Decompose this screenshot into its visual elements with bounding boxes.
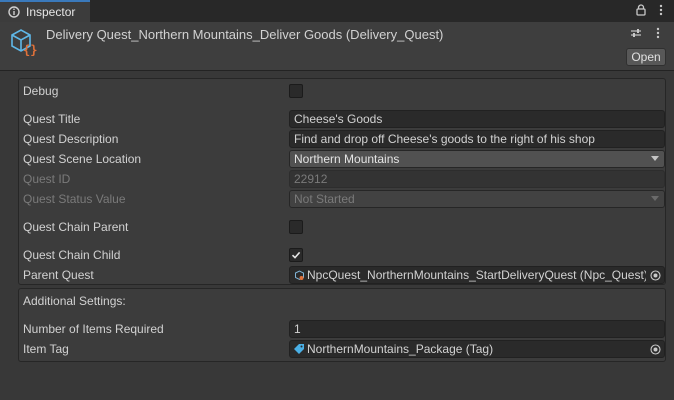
tab-inspector[interactable]: Inspector bbox=[0, 0, 90, 22]
quest-chain-child-row: Quest Chain Child bbox=[23, 246, 663, 264]
parent-quest-field[interactable]: NpcQuest_NorthernMountains_StartDelivery… bbox=[289, 266, 665, 284]
quest-description-field[interactable]: Find and drop off Cheese's goods to the … bbox=[289, 130, 665, 148]
quest-title-field[interactable]: Cheese's Goods bbox=[289, 110, 665, 128]
parent-quest-row: Parent Quest NpcQuest_NorthernMountains_… bbox=[23, 266, 665, 284]
quest-scene-location-label: Quest Scene Location bbox=[23, 152, 142, 166]
quest-title-label: Quest Title bbox=[23, 112, 81, 126]
items-required-label: Number of Items Required bbox=[23, 322, 164, 336]
scriptable-object-icon bbox=[293, 269, 305, 281]
quest-chain-parent-label: Quest Chain Parent bbox=[23, 220, 129, 234]
quest-status-label: Quest Status Value bbox=[23, 192, 126, 206]
quest-status-dropdown: Not Started bbox=[289, 190, 665, 208]
item-tag-value: NorthernMountains_Package (Tag) bbox=[307, 342, 494, 356]
asset-title: Delivery Quest_Northern Mountains_Delive… bbox=[46, 27, 444, 42]
quest-id-label: Quest ID bbox=[23, 172, 71, 186]
quest-chain-parent-row: Quest Chain Parent bbox=[23, 218, 663, 236]
quest-chain-parent-checkbox[interactable] bbox=[289, 220, 303, 234]
sliders-icon[interactable] bbox=[630, 26, 642, 40]
additional-settings-group: Additional Settings: Number of Items Req… bbox=[18, 288, 666, 362]
quest-status-row: Quest Status Value Not Started bbox=[23, 190, 665, 208]
object-picker-icon[interactable] bbox=[646, 341, 664, 357]
inspector-icon bbox=[6, 4, 22, 20]
items-required-field[interactable]: 1 bbox=[289, 320, 665, 338]
debug-row: Debug bbox=[23, 82, 663, 100]
kebab-menu-icon[interactable] bbox=[654, 3, 668, 17]
open-button[interactable]: Open bbox=[626, 48, 666, 66]
item-tag-field[interactable]: NorthernMountains_Package (Tag) bbox=[289, 340, 665, 358]
quest-title-row: Quest Title Cheese's Goods bbox=[23, 110, 665, 128]
quest-id-field: 22912 bbox=[289, 170, 665, 188]
item-tag-row: Item Tag NorthernMountains_Package (Tag) bbox=[23, 340, 665, 358]
svg-text:{}: {} bbox=[23, 43, 37, 57]
parent-quest-value: NpcQuest_NorthernMountains_StartDelivery… bbox=[307, 268, 646, 282]
additional-settings-title: Additional Settings: bbox=[23, 294, 126, 308]
tag-icon bbox=[293, 343, 305, 355]
object-picker-icon[interactable] bbox=[646, 267, 664, 283]
items-required-row: Number of Items Required 1 bbox=[23, 320, 665, 338]
tab-bar: Inspector bbox=[0, 0, 674, 23]
tab-label: Inspector bbox=[26, 5, 76, 19]
item-tag-label: Item Tag bbox=[23, 342, 69, 356]
quest-scene-location-dropdown[interactable]: Northern Mountains bbox=[289, 150, 665, 168]
vertical-dots-icon[interactable] bbox=[652, 26, 664, 40]
quest-status-value: Not Started bbox=[294, 192, 355, 206]
checkmark-icon bbox=[291, 251, 301, 259]
debug-label: Debug bbox=[23, 84, 59, 98]
scriptable-object-icon: {} bbox=[8, 27, 38, 57]
quest-description-label: Quest Description bbox=[23, 132, 119, 146]
properties-group: Debug Quest Title Cheese's Goods Quest D… bbox=[18, 78, 666, 285]
debug-checkbox[interactable] bbox=[289, 84, 303, 98]
inspector-header: {} Delivery Quest_Northern Mountains_Del… bbox=[0, 22, 674, 71]
quest-id-row: Quest ID 22912 bbox=[23, 170, 665, 188]
chevron-down-icon bbox=[651, 156, 659, 161]
parent-quest-label: Parent Quest bbox=[23, 268, 94, 282]
quest-scene-location-value: Northern Mountains bbox=[294, 152, 400, 166]
lock-icon[interactable] bbox=[634, 3, 648, 17]
chevron-down-icon bbox=[651, 196, 659, 201]
quest-scene-location-row: Quest Scene Location Northern Mountains bbox=[23, 150, 665, 168]
quest-chain-child-label: Quest Chain Child bbox=[23, 248, 121, 262]
quest-chain-child-checkbox[interactable] bbox=[289, 248, 303, 262]
quest-description-row: Quest Description Find and drop off Chee… bbox=[23, 130, 665, 148]
